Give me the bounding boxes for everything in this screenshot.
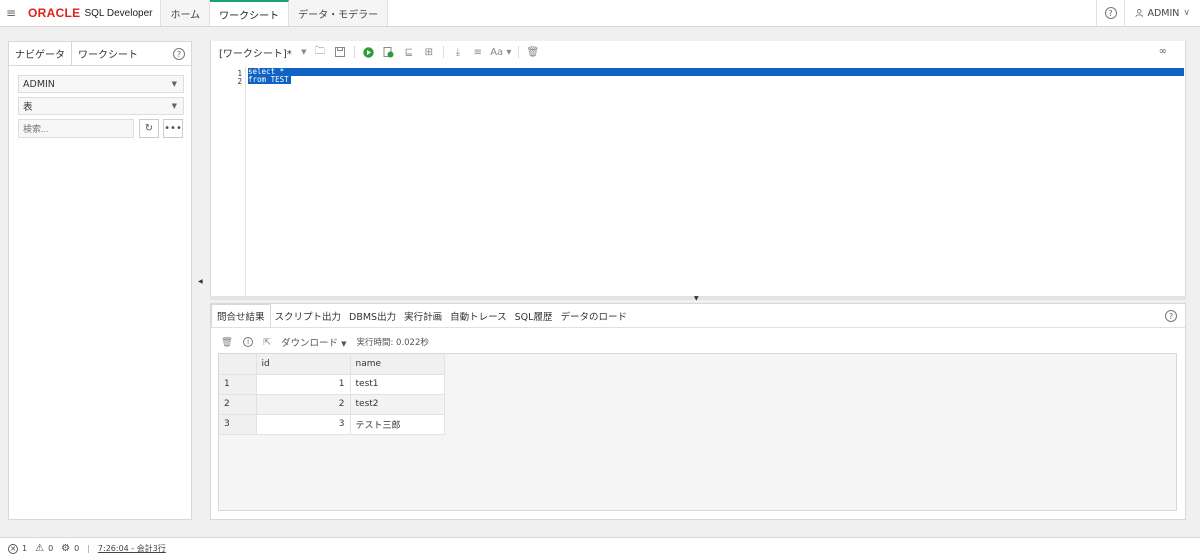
task-count: 0 <box>74 544 80 553</box>
open-external-icon[interactable]: ⇱ <box>263 337 271 348</box>
error-count: 1 <box>22 544 28 553</box>
row-number: 1 <box>219 374 257 395</box>
last-action-link[interactable]: 7:26:04 - 会計3行 <box>98 543 166 554</box>
tab-home[interactable]: ホーム <box>161 0 211 26</box>
run-script-icon[interactable] <box>379 45 399 59</box>
logo-product-text: SQL Developer <box>84 7 153 19</box>
line-number-gutter: 1 2 <box>211 67 246 296</box>
warning-icon[interactable]: ⚠ <box>35 543 44 554</box>
refresh-button[interactable]: ↻ <box>139 119 159 138</box>
hamburger-icon[interactable]: ≡ <box>2 0 20 26</box>
cell-name[interactable]: test2 <box>350 394 445 415</box>
open-file-icon[interactable]: 🗀 <box>310 45 330 59</box>
object-type-select[interactable]: 表 ▼ <box>18 97 184 115</box>
download-label: ダウンロード <box>281 338 339 349</box>
download-dropdown[interactable]: ダウンロード ▼ <box>281 335 346 349</box>
cell-id[interactable]: 2 <box>256 394 351 415</box>
refresh-icon: ↻ <box>144 123 154 134</box>
tab-data-modeler[interactable]: データ・モデラー <box>289 0 389 26</box>
format-icon[interactable]: ≡ <box>468 45 488 59</box>
row-number: 2 <box>219 394 257 415</box>
column-header-name[interactable]: name <box>350 354 445 375</box>
help-icon[interactable]: ? <box>1165 310 1177 322</box>
user-icon <box>1135 9 1144 17</box>
help-icon[interactable]: ? <box>173 48 185 60</box>
top-bar: ≡ ORACLE SQL Developer ホーム ワークシート データ・モデ… <box>0 0 1200 27</box>
schema-select-value: ADMIN <box>23 78 55 90</box>
font-case-icon[interactable]: Aa ▾ <box>488 45 514 59</box>
collapse-results-icon[interactable]: ▼ <box>694 295 699 302</box>
results-tabs: 問合せ結果 スクリプト出力 DBMS出力 実行計画 自動トレース SQL履歴 デ… <box>211 304 1185 328</box>
execution-time: 実行時間: 0.022秒 <box>356 338 429 348</box>
trash-icon[interactable]: 🗑 <box>523 45 543 59</box>
trash-icon[interactable]: 🗑 <box>221 337 233 348</box>
tab-explain-plan[interactable]: 実行計画 <box>400 304 446 327</box>
cell-name[interactable]: テスト三郎 <box>350 414 445 435</box>
cell-name[interactable]: test1 <box>350 374 445 395</box>
autotrace-icon[interactable]: ⊞ <box>419 45 439 59</box>
tab-navigator[interactable]: ナビゲータ <box>9 42 72 65</box>
result-grid: id name 1 1 test1 2 2 test2 3 3 テスト三郎 <box>218 353 1177 511</box>
search-input[interactable] <box>18 119 134 138</box>
tab-dbms-output[interactable]: DBMS出力 <box>345 304 400 327</box>
code-line[interactable]: select * <box>248 68 1184 76</box>
more-options-button[interactable]: ••• <box>163 119 183 138</box>
user-menu[interactable]: ADMIN ∨ <box>1124 0 1200 26</box>
caret-down-icon[interactable]: ▼ <box>298 45 310 59</box>
tab-script-output[interactable]: スクリプト出力 <box>271 304 346 327</box>
code-line[interactable]: from TEST <box>248 76 291 84</box>
caret-down-icon: ▼ <box>341 340 347 348</box>
status-bar: ✕ 1 ⚠ 0 ⚙ 0 | 7:26:04 - 会計3行 <box>0 537 1200 559</box>
caret-down-icon: ▼ <box>171 80 177 88</box>
status-separator: | <box>87 544 90 553</box>
column-header-id[interactable]: id <box>256 354 351 375</box>
worksheet-editor-panel: [ワークシート]* ▼ 🗀 ⊑ ⊞ ⤓ ≡ Aa ▾ 🗑 ∞ 1 2 selec… <box>210 41 1186 296</box>
cell-id[interactable]: 3 <box>256 414 351 435</box>
tab-sql-history[interactable]: SQL履歴 <box>511 304 557 327</box>
table-row[interactable]: 1 1 test1 <box>219 374 445 395</box>
table-row[interactable]: 2 2 test2 <box>219 394 445 415</box>
info-icon[interactable]: i <box>243 337 254 347</box>
result-table: id name 1 1 test1 2 2 test2 3 3 テスト三郎 <box>219 354 445 435</box>
object-type-select-value: 表 <box>23 102 33 113</box>
line-number: 2 <box>237 77 242 86</box>
app-logo: ORACLE SQL Developer <box>20 0 162 26</box>
help-icon: ? <box>1104 7 1117 19</box>
download-icon[interactable]: ⤓ <box>448 45 468 59</box>
tab-autotrace[interactable]: 自動トレース <box>446 304 511 327</box>
results-toolbar: 🗑 i ⇱ ダウンロード ▼ 実行時間: 0.022秒 <box>221 335 429 350</box>
error-icon[interactable]: ✕ <box>8 543 18 554</box>
gear-icon[interactable]: ⚙ <box>61 543 70 554</box>
user-name: ADMIN <box>1147 7 1180 19</box>
ellipsis-icon: ••• <box>164 123 182 134</box>
tab-query-result[interactable]: 問合せ結果 <box>211 304 271 327</box>
save-icon[interactable] <box>330 45 350 59</box>
results-panel: 問合せ結果 スクリプト出力 DBMS出力 実行計画 自動トレース SQL履歴 デ… <box>210 303 1186 520</box>
header-row: id name <box>219 354 445 375</box>
editor-toolbar: [ワークシート]* ▼ 🗀 ⊑ ⊞ ⤓ ≡ Aa ▾ 🗑 <box>211 41 1185 63</box>
navigator-tabs: ナビゲータ ワークシート ? <box>9 42 191 66</box>
explain-plan-icon[interactable]: ⊑ <box>399 45 419 59</box>
navigator-panel: ナビゲータ ワークシート ? ADMIN ▼ 表 ▼ ↻ ••• <box>8 41 192 520</box>
run-statement-icon[interactable] <box>359 45 379 59</box>
schema-select[interactable]: ADMIN ▼ <box>18 75 184 93</box>
help-button[interactable]: ? <box>1096 0 1124 26</box>
cell-id[interactable]: 1 <box>256 374 351 395</box>
row-number: 3 <box>219 414 257 435</box>
table-row[interactable]: 3 3 テスト三郎 <box>219 414 445 435</box>
caret-down-icon: ▼ <box>171 102 177 110</box>
tab-worksheet[interactable]: ワークシート <box>210 0 290 26</box>
warning-count: 0 <box>48 544 54 553</box>
row-number-header <box>219 354 257 375</box>
chevron-down-icon: ∨ <box>1183 8 1190 18</box>
tab-data-load[interactable]: データのロード <box>556 304 631 327</box>
worksheet-title[interactable]: [ワークシート]* <box>219 45 292 60</box>
logo-oracle-text: ORACLE <box>28 6 81 20</box>
collapse-navigator-icon[interactable]: ◀ <box>198 278 203 285</box>
binoculars-icon[interactable]: ∞ <box>1159 46 1167 57</box>
tab-worksheets-list[interactable]: ワークシート <box>72 42 144 65</box>
